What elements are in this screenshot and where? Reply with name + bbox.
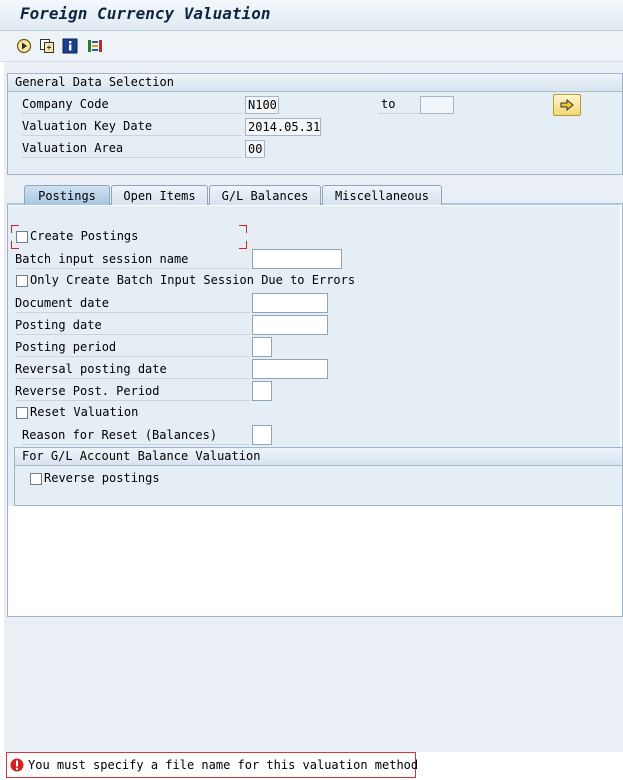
tab-gl-balances-label: G/L Balances	[221, 188, 309, 203]
multiple-selection-button[interactable]	[553, 94, 581, 116]
reset-valuation-label: Reset Valuation	[30, 405, 139, 419]
only-batch-input-label: Only Create Batch Input Session Due to E…	[30, 273, 356, 287]
reverse-postings-checkbox[interactable]	[30, 473, 42, 485]
information-button[interactable]	[61, 37, 79, 55]
gl-balance-group-header: For G/L Account Balance Valuation	[15, 448, 622, 466]
tab-miscellaneous[interactable]: Miscellaneous	[322, 185, 442, 205]
status-bar: You must specify a file name for this va…	[6, 752, 419, 778]
valuation-key-date-label: Valuation Key Date	[22, 118, 242, 136]
tab-open-items-label: Open Items	[123, 188, 196, 203]
info-icon	[62, 38, 78, 54]
create-postings-label: Create Postings	[30, 229, 139, 243]
page-title: Foreign Currency Valuation	[20, 4, 271, 23]
arrow-right-icon	[560, 99, 574, 111]
tab-miscellaneous-label: Miscellaneous	[335, 188, 429, 203]
only-batch-input-checkbox[interactable]	[16, 275, 28, 287]
layout-icon	[88, 40, 102, 52]
copy-variant-icon	[40, 39, 54, 53]
copy-variant-button[interactable]	[38, 37, 56, 55]
reason-for-reset-field[interactable]	[252, 425, 272, 445]
reason-for-reset-label: Reason for Reset (Balances)	[22, 427, 250, 445]
posting-date-label: Posting date	[15, 317, 250, 335]
error-icon	[10, 758, 24, 772]
document-date-field[interactable]	[252, 293, 328, 313]
tab-postings[interactable]: Postings	[24, 185, 110, 205]
status-message: You must specify a file name for this va…	[28, 758, 419, 772]
posting-period-field[interactable]	[252, 337, 272, 357]
gl-balance-group-title: For G/L Account Balance Valuation	[22, 449, 261, 463]
reversal-posting-date-label: Reversal posting date	[15, 361, 250, 379]
tab-open-items[interactable]: Open Items	[111, 185, 208, 205]
company-code-field[interactable]: N100	[245, 96, 279, 114]
company-code-label: Company Code	[22, 96, 242, 114]
posting-period-label: Posting period	[15, 339, 250, 357]
reverse-postings-label: Reverse postings	[44, 471, 160, 485]
valuation-area-field[interactable]: 00	[245, 140, 265, 158]
execute-button[interactable]	[15, 37, 33, 55]
tab-postings-label: Postings	[38, 188, 96, 203]
batch-input-session-field[interactable]	[252, 249, 342, 269]
tab-gl-balances[interactable]: G/L Balances	[209, 185, 321, 205]
reset-valuation-checkbox[interactable]	[16, 407, 28, 419]
company-code-to-field[interactable]	[420, 96, 454, 114]
valuation-key-date-field[interactable]: 2014.05.31	[245, 118, 321, 136]
execute-icon	[16, 38, 32, 54]
focus-bracket-tr	[239, 225, 247, 233]
valuation-area-label: Valuation Area	[22, 140, 242, 158]
focus-bracket-br	[239, 241, 247, 249]
reverse-post-period-field[interactable]	[252, 381, 272, 401]
posting-date-field[interactable]	[252, 315, 328, 335]
reverse-post-period-label: Reverse Post. Period	[15, 383, 250, 401]
general-data-title: General Data Selection	[15, 75, 174, 89]
company-code-to-label: to	[378, 96, 421, 114]
general-data-header: General Data Selection	[8, 74, 622, 92]
create-postings-checkbox[interactable]	[16, 231, 28, 243]
document-date-label: Document date	[15, 295, 250, 313]
batch-input-session-label: Batch input session name	[15, 251, 250, 269]
layout-button[interactable]	[86, 37, 104, 55]
reversal-posting-date-field[interactable]	[252, 359, 328, 379]
